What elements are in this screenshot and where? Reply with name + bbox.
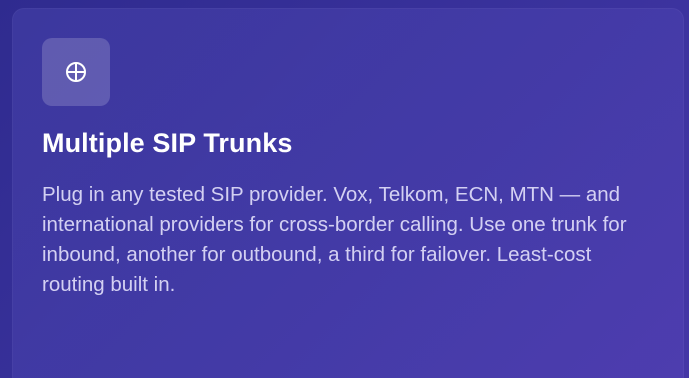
feature-card: Multiple SIP Trunks Plug in any tested S… [12,8,684,378]
circled-plus-icon [66,62,86,82]
page: Multiple SIP Trunks Plug in any tested S… [0,0,689,378]
feature-description: Plug in any tested SIP provider. Vox, Te… [42,183,627,296]
feature-title: Multiple SIP Trunks [42,128,293,158]
feature-icon-tile [42,38,110,106]
